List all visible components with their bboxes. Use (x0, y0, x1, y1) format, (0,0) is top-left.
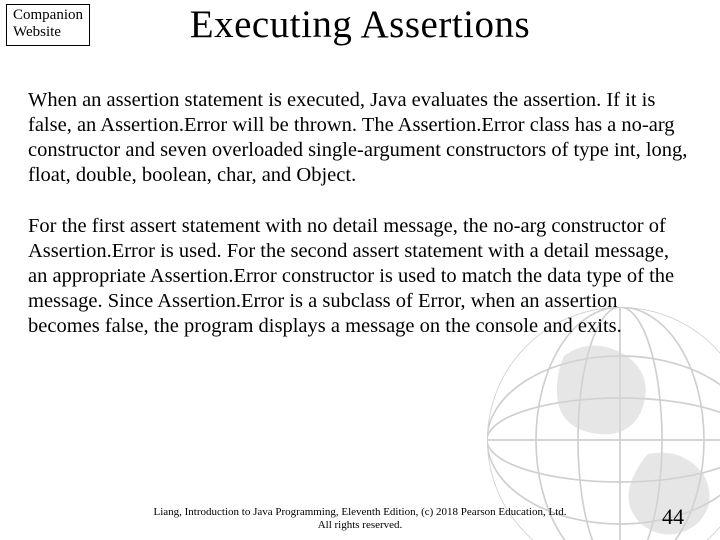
companion-website-badge: Companion Website (6, 4, 90, 46)
companion-line1: Companion (13, 7, 83, 24)
footer-citation: Liang, Introduction to Java Programming,… (0, 506, 720, 532)
companion-line2: Website (13, 24, 83, 41)
footer-line1: Liang, Introduction to Java Programming,… (0, 506, 720, 519)
slide-title: Executing Assertions (0, 2, 720, 47)
footer-line2: All rights reserved. (0, 519, 720, 532)
page-number: 44 (662, 504, 684, 530)
paragraph-2: For the first assert statement with no d… (28, 214, 692, 339)
body-text: When an assertion statement is executed,… (28, 88, 692, 339)
paragraph-1: When an assertion statement is executed,… (28, 88, 692, 188)
